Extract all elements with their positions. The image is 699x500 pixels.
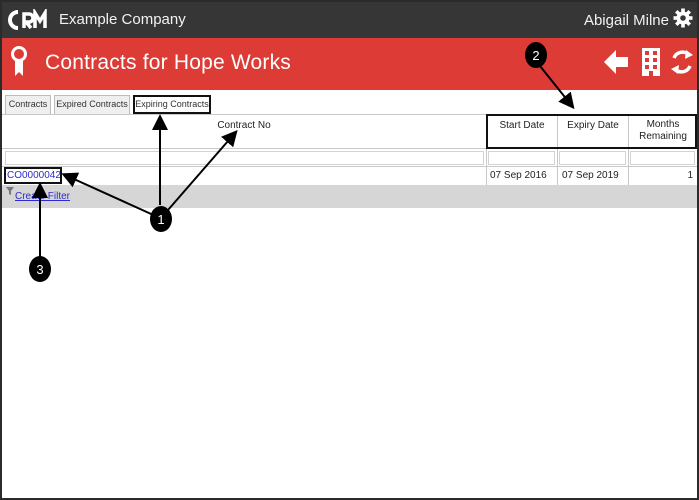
app-frame: Example Company Abigail Milne Contracts … — [0, 0, 699, 500]
top-bar: Example Company Abigail Milne — [2, 2, 697, 38]
page-title: Contracts for Hope Works — [45, 51, 291, 74]
create-filter-link[interactable]: Create Filter — [15, 191, 70, 202]
refresh-icon[interactable] — [670, 49, 694, 75]
page-header: Contracts for Hope Works — [2, 38, 697, 90]
award-ribbon-icon — [11, 46, 27, 76]
gear-icon[interactable] — [673, 8, 693, 28]
months-remaining-cell: 1 — [687, 170, 693, 181]
date-columns-highlight — [486, 114, 697, 149]
data-row-divider — [2, 166, 697, 167]
crm-logo — [8, 9, 47, 30]
building-icon[interactable] — [640, 47, 662, 77]
user-name[interactable]: Abigail Milne — [584, 12, 669, 29]
tab-contracts[interactable]: Contracts — [5, 95, 51, 114]
back-arrow-icon[interactable] — [602, 48, 630, 76]
tab-expiring-contracts[interactable]: Expiring Contracts — [133, 95, 211, 114]
table-footer — [2, 185, 697, 208]
filter-start-date-input[interactable] — [488, 151, 555, 165]
filter-contract-no-input[interactable] — [5, 151, 484, 165]
company-name: Example Company — [59, 11, 186, 28]
column-header-contract-no[interactable]: Contract No — [2, 120, 486, 131]
filter-months-remaining-input[interactable] — [630, 151, 695, 165]
tab-expired-contracts[interactable]: Expired Contracts — [54, 95, 130, 114]
expiry-date-cell: 07 Sep 2019 — [562, 170, 619, 181]
start-date-cell: 07 Sep 2016 — [490, 170, 547, 181]
filter-funnel-icon — [6, 187, 14, 195]
filter-expiry-date-input[interactable] — [559, 151, 626, 165]
contract-no-highlight — [4, 167, 62, 184]
